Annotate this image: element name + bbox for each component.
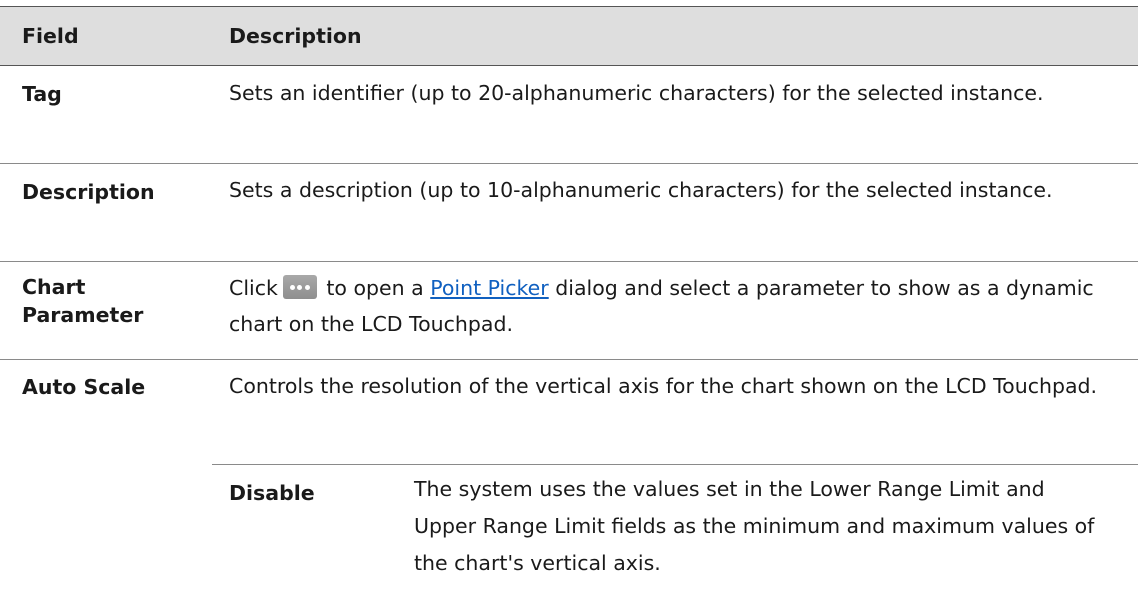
field-name-description: Description bbox=[22, 180, 155, 204]
point-picker-link[interactable]: Point Picker bbox=[430, 276, 548, 300]
field-name-chart-parameter: Chart Parameter bbox=[22, 273, 143, 329]
field-name-tag: Tag bbox=[22, 82, 62, 106]
option-row-disable: Disable The system uses the values set i… bbox=[212, 464, 1138, 581]
table-row-description: Description Sets a description (up to 10… bbox=[0, 164, 1138, 262]
table-row-chart-parameter: Chart Parameter Click to open a Point Pi… bbox=[0, 262, 1138, 360]
desc-text-mid: to open a bbox=[319, 276, 431, 300]
field-name-auto-scale: Auto Scale bbox=[22, 375, 146, 399]
option-name-disable: Disable bbox=[229, 481, 315, 505]
table-row-auto-scale: Auto Scale Controls the resolution of th… bbox=[0, 360, 1138, 580]
desc-text-before: Click bbox=[229, 276, 278, 300]
field-name-line-1: Chart bbox=[22, 275, 86, 299]
field-name-line-2: Parameter bbox=[22, 303, 144, 327]
table-header: Field Description bbox=[0, 6, 1138, 66]
option-description-disable: The system uses the values set in the Lo… bbox=[414, 477, 1095, 575]
header-description: Description bbox=[229, 24, 362, 48]
field-description-tag: Sets an identifier (up to 20-alphanumeri… bbox=[229, 81, 1044, 105]
field-description-auto-scale: Controls the resolution of the vertical … bbox=[229, 374, 1098, 398]
field-description-description: Sets a description (up to 10-alphanumeri… bbox=[229, 178, 1053, 202]
header-field: Field bbox=[22, 24, 79, 48]
field-description-chart-parameter: Click to open a Point Picker dialog and … bbox=[229, 270, 1120, 342]
ellipsis-button-icon bbox=[282, 275, 317, 299]
field-description-table: Field Description Tag Sets an identifier… bbox=[0, 6, 1138, 580]
table-row-tag: Tag Sets an identifier (up to 20-alphanu… bbox=[0, 66, 1138, 164]
